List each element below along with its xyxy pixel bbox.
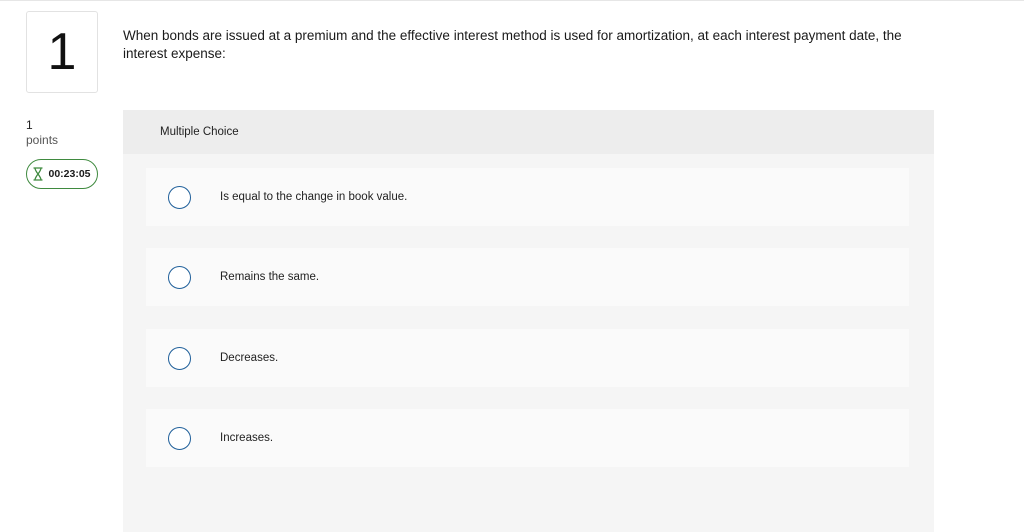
answer-option-label: Increases. (220, 432, 274, 444)
question-page: 1 1 points 00:23:05 When bonds are issue… (0, 0, 1024, 532)
answer-option-3[interactable]: Decreases. (146, 329, 909, 387)
question-number-box: 1 (26, 11, 98, 93)
answer-option-4[interactable]: Increases. (146, 409, 909, 467)
points-label: points (26, 133, 59, 147)
timer-value: 00:23:05 (48, 168, 91, 180)
radio-button[interactable] (168, 346, 191, 370)
radio-button[interactable] (168, 185, 191, 209)
multiple-choice-header: Multiple Choice (123, 110, 934, 154)
question-number: 1 (47, 23, 77, 81)
radio-button[interactable] (168, 426, 191, 450)
points-value: 1 (26, 118, 33, 132)
hourglass-icon (33, 167, 44, 181)
radio-button[interactable] (168, 265, 191, 289)
answer-option-label: Decreases. (220, 352, 279, 364)
answer-option-1[interactable]: Is equal to the change in book value. (146, 168, 909, 226)
question-text: When bonds are issued at a premium and t… (123, 28, 902, 61)
multiple-choice-panel: Multiple Choice Is equal to the change i… (123, 110, 934, 532)
multiple-choice-title: Multiple Choice (160, 126, 239, 138)
timer-badge: 00:23:05 (26, 159, 98, 189)
answer-option-label: Is equal to the change in book value. (220, 191, 408, 203)
answer-option-label: Remains the same. (220, 271, 320, 283)
answer-option-2[interactable]: Remains the same. (146, 248, 909, 306)
